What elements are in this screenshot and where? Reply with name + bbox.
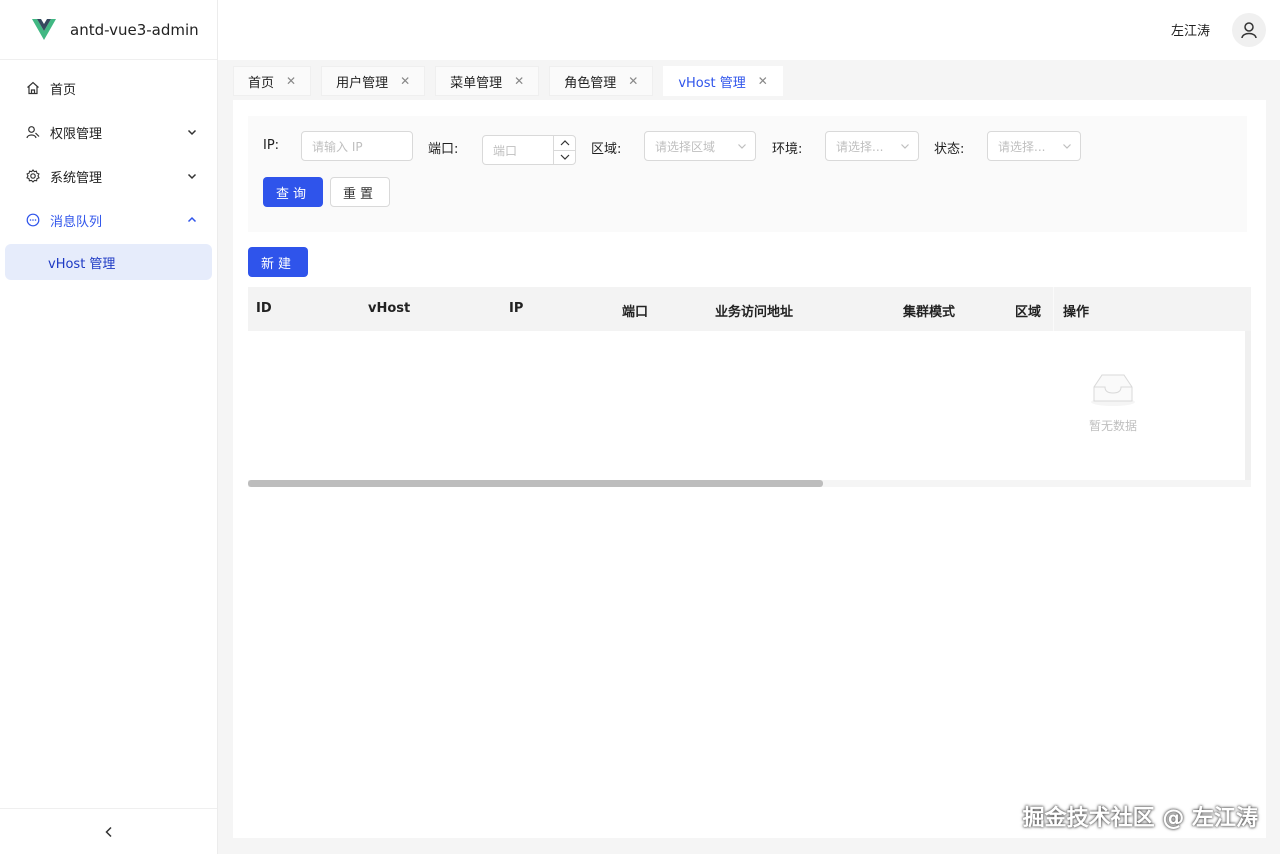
avatar[interactable]	[1232, 13, 1266, 47]
reset-button[interactable]: 重置	[330, 177, 390, 207]
empty-inbox-icon	[1091, 374, 1135, 406]
chevron-down-icon	[187, 129, 197, 136]
table-header: ID vHost IP 端口 业务访问地址 集群模式 区域 操作	[248, 287, 1251, 331]
env-select[interactable]: 请选择...	[825, 131, 919, 161]
status-label: 状态:	[934, 142, 965, 157]
column-header-actions[interactable]: 操作	[1063, 301, 1089, 320]
home-icon	[26, 81, 40, 95]
collapse-sidebar-button[interactable]	[0, 808, 217, 854]
region-label: 区域:	[591, 142, 622, 157]
ip-label: IP:	[263, 138, 280, 153]
chevron-down-icon	[187, 173, 197, 180]
tab-label: 角色管理	[564, 75, 617, 91]
increment-button[interactable]	[554, 136, 575, 151]
sidebar-menu: 首页 权限管理 系统管理 消息队列 vHost 管理	[0, 60, 217, 280]
close-icon[interactable]: ✕	[628, 74, 638, 88]
tab-user-management[interactable]: 用户管理 ✕	[321, 66, 426, 96]
close-icon[interactable]: ✕	[758, 74, 768, 88]
table-body: 暂无数据	[248, 331, 1251, 481]
sidebar-item-label: vHost 管理	[48, 256, 116, 272]
column-header-id[interactable]: ID	[256, 301, 272, 316]
empty-state: 暂无数据	[1083, 371, 1143, 434]
close-icon[interactable]: ✕	[286, 74, 296, 88]
column-header-cluster-mode[interactable]: 集群模式	[903, 301, 955, 320]
sidebar-item-label: 首页	[50, 82, 77, 98]
close-icon[interactable]: ✕	[400, 74, 410, 88]
chevron-down-icon	[738, 144, 746, 149]
search-form: IP: 请输入 IP 端口: 端口 区域: 请选择区域 环境: 请选择... 状…	[248, 116, 1247, 232]
sidebar-item-label: 消息队列	[50, 214, 103, 230]
empty-text: 暂无数据	[1088, 419, 1137, 433]
sidebar-item-vhost[interactable]: vHost 管理	[5, 244, 212, 280]
decrement-button[interactable]	[554, 151, 575, 165]
tab-role-management[interactable]: 角色管理 ✕	[549, 66, 654, 96]
sidebar-item-label: 权限管理	[50, 126, 103, 142]
tab-label: 用户管理	[336, 75, 389, 91]
column-header-access-url[interactable]: 业务访问地址	[715, 301, 793, 320]
vhost-table: ID vHost IP 端口 业务访问地址 集群模式 区域 操作 暂无数据	[248, 287, 1251, 487]
watermark: 掘金技术社区 @ 左江涛	[1022, 806, 1258, 831]
tab-home[interactable]: 首页 ✕	[233, 66, 312, 96]
page-tabs: 首页 ✕ 用户管理 ✕ 菜单管理 ✕ 角色管理 ✕ vHost 管理 ✕	[233, 66, 793, 96]
chevron-down-icon	[1063, 144, 1071, 149]
sidebar-item-permission[interactable]: 权限管理	[0, 110, 217, 154]
gear-icon	[26, 169, 40, 183]
region-select[interactable]: 请选择区域	[644, 131, 756, 161]
new-button[interactable]: 新建	[248, 247, 308, 277]
chevron-down-icon	[901, 144, 909, 149]
top-header: 左江涛	[218, 0, 1280, 60]
status-select[interactable]: 请选择...	[987, 131, 1081, 161]
sidebar-item-home[interactable]: 首页	[0, 66, 217, 110]
column-header-ip[interactable]: IP	[509, 301, 523, 316]
port-placeholder: 端口	[493, 143, 518, 158]
main-content: IP: 请输入 IP 端口: 端口 区域: 请选择区域 环境: 请选择... 状…	[233, 100, 1266, 838]
port-input[interactable]: 端口	[482, 135, 576, 165]
column-divider	[1053, 287, 1054, 331]
scrollbar-thumb[interactable]	[248, 480, 823, 487]
chevron-up-icon	[560, 139, 569, 146]
column-header-port[interactable]: 端口	[622, 301, 648, 320]
message-icon	[26, 213, 40, 227]
logo-area[interactable]: antd-vue3-admin	[0, 0, 217, 60]
sidebar: antd-vue3-admin 首页 权限管理 系统管理 消息队列 vHost …	[0, 0, 218, 854]
ip-input[interactable]: 请输入 IP	[301, 131, 413, 161]
tab-label: 首页	[248, 75, 275, 91]
column-header-region[interactable]: 区域	[1015, 301, 1041, 320]
vue-logo-icon	[32, 18, 56, 40]
tab-menu-management[interactable]: 菜单管理 ✕	[435, 66, 540, 96]
column-header-vhost[interactable]: vHost	[368, 301, 410, 316]
sidebar-item-message-queue[interactable]: 消息队列	[0, 198, 217, 242]
region-placeholder: 请选择区域	[655, 139, 716, 154]
port-stepper	[553, 136, 575, 164]
user-name[interactable]: 左江涛	[1171, 20, 1210, 39]
chevron-left-icon	[104, 826, 112, 837]
query-button[interactable]: 查询	[263, 177, 323, 207]
app-title: antd-vue3-admin	[70, 20, 199, 39]
user-permission-icon	[26, 125, 40, 139]
port-label: 端口:	[428, 142, 459, 157]
env-placeholder: 请选择...	[836, 139, 884, 154]
tab-vhost-management[interactable]: vHost 管理 ✕	[663, 66, 783, 96]
chevron-down-icon	[560, 154, 569, 161]
env-label: 环境:	[772, 142, 803, 157]
ip-placeholder: 请输入 IP	[312, 139, 363, 154]
tab-label: 菜单管理	[450, 75, 503, 91]
chevron-up-icon	[187, 216, 197, 223]
tab-label: vHost 管理	[678, 75, 746, 91]
horizontal-scrollbar[interactable]	[248, 480, 1251, 487]
close-icon[interactable]: ✕	[514, 74, 524, 88]
sidebar-item-system[interactable]: 系统管理	[0, 154, 217, 198]
status-placeholder: 请选择...	[998, 139, 1046, 154]
sidebar-item-label: 系统管理	[50, 170, 103, 186]
user-icon	[1241, 22, 1257, 39]
